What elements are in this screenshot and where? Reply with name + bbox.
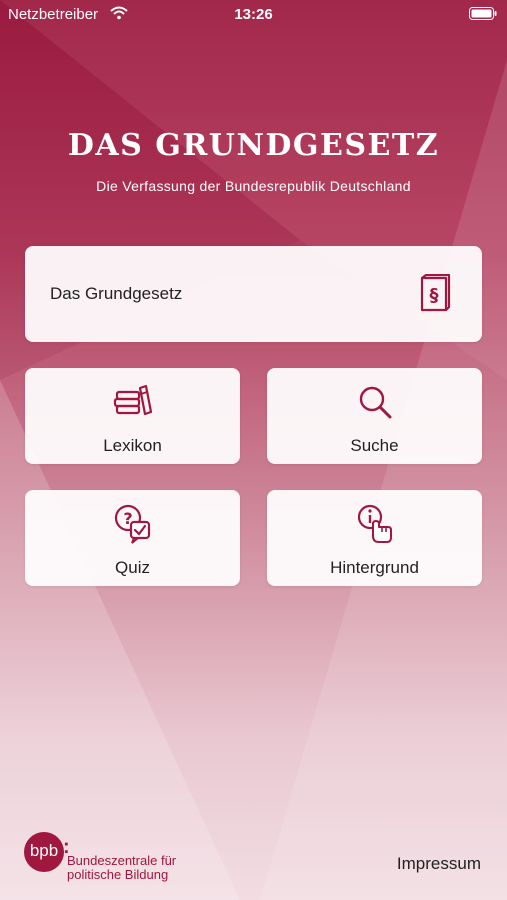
suche-label: Suche xyxy=(350,436,399,455)
hintergrund-button[interactable]: Hintergrund xyxy=(267,490,482,586)
battery-icon xyxy=(469,7,497,20)
bpb-logo-line2: politische Bildung xyxy=(67,867,169,882)
svg-text:§: § xyxy=(430,285,439,306)
grundgesetz-label: Das Grundgesetz xyxy=(50,284,183,303)
hintergrund-label: Hintergrund xyxy=(330,558,419,577)
page-title: DAS GRUNDGESETZ xyxy=(67,128,440,163)
search-icon xyxy=(359,386,391,419)
quiz-button[interactable]: ? Quiz xyxy=(25,490,240,586)
question-check-icon: ? xyxy=(114,504,150,544)
status-bar: Netzbetreiber 13:26 xyxy=(0,0,507,28)
books-icon xyxy=(113,384,152,416)
quiz-label: Quiz xyxy=(115,558,150,577)
lexikon-label: Lexikon xyxy=(103,436,162,455)
clock: 13:26 xyxy=(234,6,273,23)
suche-button[interactable]: Suche xyxy=(267,368,482,464)
law-book-icon: § xyxy=(420,274,451,312)
bpb-logo-line1: Bundeszentrale für xyxy=(67,853,177,868)
bpb-logo: bpb : Bundeszentrale für politische Bild… xyxy=(24,832,194,882)
bpb-logo-mark: bpb xyxy=(24,832,64,872)
grundgesetz-button[interactable]: Das Grundgesetz § xyxy=(25,246,482,342)
page-subtitle: Die Verfassung der Bundesrepublik Deutsc… xyxy=(96,178,411,194)
info-hand-icon xyxy=(357,504,392,543)
impressum-link[interactable]: Impressum xyxy=(397,854,481,874)
bpb-logo-text: Bundeszentrale für politische Bildung xyxy=(67,854,176,882)
lexikon-button[interactable]: Lexikon xyxy=(25,368,240,464)
